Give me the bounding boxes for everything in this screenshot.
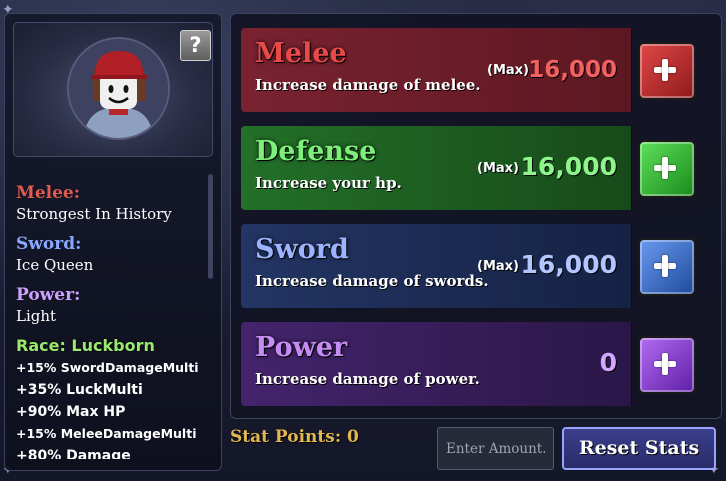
stat-row-defense: Defense Increase your hp. (Max) 16,000 — [241, 126, 711, 210]
buff-item: +15% SwordDamageMulti — [16, 360, 199, 375]
avatar — [67, 37, 170, 140]
reset-stats-button[interactable]: Reset Stats — [562, 427, 716, 470]
buff-item: +80% Damage — [16, 448, 131, 459]
max-tag: (Max) — [477, 161, 519, 176]
stat-value: 16,000 — [520, 250, 617, 279]
max-tag: (Max) — [477, 259, 519, 274]
melee-value: Strongest In History — [16, 205, 172, 223]
divider — [631, 126, 632, 210]
stat-name-power: Power — [255, 332, 348, 363]
stat-value: 16,000 — [528, 57, 617, 83]
melee-label: Melee: — [16, 183, 80, 203]
buff-item: +90% Max HP — [16, 404, 126, 420]
stat-row-melee: Melee Increase damage of melee. (Max) 16… — [241, 28, 711, 112]
add-power-button[interactable] — [638, 336, 696, 394]
avatar-character-icon — [69, 39, 168, 138]
stats-panel: Melee Increase damage of melee. (Max) 16… — [230, 13, 722, 419]
buff-item: +15% MeleeDamageMulti — [16, 426, 197, 441]
stat-description: Increase damage of swords. — [255, 272, 489, 290]
stat-value: 0 — [599, 348, 617, 377]
stat-name-defense: Defense — [255, 136, 377, 167]
sword-label: Sword: — [16, 234, 82, 254]
stat-name-sword: Sword — [255, 234, 349, 265]
avatar-frame: ? — [13, 22, 213, 157]
buff-item: +35% LuckMulti — [16, 382, 143, 398]
stat-description: Increase damage of melee. — [255, 76, 481, 94]
stat-points: Stat Points: 0 — [230, 427, 359, 447]
profile-panel: ? Melee: Strongest In History Sword: Ice… — [4, 13, 222, 471]
power-label: Power: — [16, 285, 81, 305]
add-defense-button[interactable] — [638, 140, 696, 198]
divider — [631, 322, 632, 406]
stat-value: 16,000 — [520, 152, 617, 181]
sword-value: Ice Queen — [16, 256, 94, 274]
add-melee-button[interactable] — [638, 42, 696, 100]
scrollbar[interactable] — [208, 174, 213, 279]
equipment-info: Melee: Strongest In History Sword: Ice Q… — [16, 182, 208, 459]
stat-description: Increase damage of power. — [255, 370, 480, 388]
help-button[interactable]: ? — [180, 30, 211, 61]
power-value: Light — [16, 307, 57, 325]
divider — [631, 28, 632, 112]
add-sword-button[interactable] — [638, 238, 696, 296]
max-tag: (Max) — [487, 63, 529, 78]
stat-row-power: Power Increase damage of power. 0 — [241, 322, 711, 406]
stat-row-sword: Sword Increase damage of swords. (Max) 1… — [241, 224, 711, 308]
amount-input[interactable] — [437, 427, 554, 470]
stat-name-melee: Melee — [255, 38, 347, 69]
stat-description: Increase your hp. — [255, 174, 402, 192]
race-label: Race: Luckborn — [16, 336, 155, 355]
divider — [631, 224, 632, 308]
